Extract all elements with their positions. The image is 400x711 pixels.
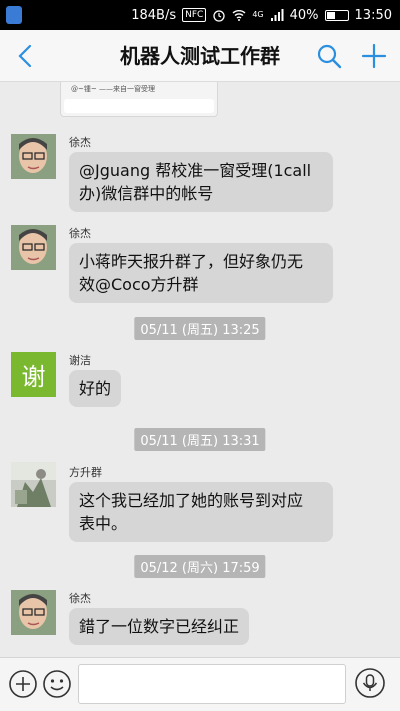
message-line: 办)微信群中的帐号: [79, 184, 214, 203]
timestamp: 05/11 (周五) 13:25: [134, 317, 266, 340]
person-avatar-icon: [11, 225, 56, 270]
chat-header: 机器人测试工作群: [0, 30, 400, 82]
avatar[interactable]: [11, 462, 56, 507]
message-line: 这个我已经加了她的账号到对应: [79, 491, 304, 510]
message-bubble[interactable]: 好的: [69, 370, 122, 407]
avatar[interactable]: [11, 134, 56, 179]
sender-name: 徐杰: [69, 592, 91, 605]
image-preview-text: @~锺~ ——来自一窗受理: [71, 85, 155, 93]
status-bar: 184B/s NFC 4G 40% 13:50: [0, 0, 400, 30]
message-bubble[interactable]: 小蒋昨天报升群了，但好象仍无 效@Coco方升群: [69, 243, 333, 303]
clock: 13:50: [354, 7, 392, 23]
avatar[interactable]: 谢: [11, 352, 56, 397]
image-preview[interactable]: @~锺~ ——来自一窗受理: [60, 82, 218, 117]
message-bubble[interactable]: @Jguang 帮校准一窗受理(1call 办)微信群中的帐号: [69, 152, 333, 212]
status-bar-right: 184B/s NFC 4G 40% 13:50: [131, 0, 392, 30]
nfc-icon: NFC: [182, 8, 207, 22]
wifi-icon: [232, 10, 246, 21]
person-avatar-icon: [11, 134, 56, 179]
message-line: 效@Coco方升群: [79, 275, 199, 294]
network-type: 4G: [252, 10, 264, 19]
message-line: 表中。: [79, 514, 128, 533]
person-avatar-icon: [11, 590, 56, 635]
message-bubble[interactable]: 这个我已经加了她的账号到对应 表中。: [69, 482, 333, 542]
message-bubble[interactable]: 錯了一位数字已经纠正: [69, 608, 250, 645]
message-input[interactable]: [78, 664, 346, 704]
message-line: 小蒋昨天报升群了，但好象仍无: [79, 252, 304, 271]
add-button[interactable]: [361, 43, 387, 69]
sender-name: 徐杰: [69, 227, 91, 240]
battery-icon: [324, 9, 349, 21]
avatar-initial: 谢: [11, 352, 56, 397]
voice-button[interactable]: [354, 667, 386, 699]
message-line: 錯了一位数字已经纠正: [79, 617, 240, 636]
avatar[interactable]: [11, 225, 56, 270]
attach-button[interactable]: [8, 669, 38, 699]
image-preview-inputbar: [64, 99, 214, 113]
sender-name: 方升群: [69, 466, 102, 479]
alarm-icon: [213, 10, 225, 22]
sender-name: 徐杰: [69, 136, 91, 149]
message-line: @Jguang 帮校准一窗受理(1call: [79, 161, 312, 180]
message-list[interactable]: @~锺~ ——来自一窗受理 徐杰 @Jguang 帮校准一窗受理(1call 办…: [0, 82, 400, 657]
message-line: 好的: [79, 379, 112, 398]
timestamp: 05/12 (周六) 17:59: [134, 555, 266, 578]
sender-name: 谢洁: [69, 354, 91, 367]
timestamp: 05/11 (周五) 13:31: [134, 428, 266, 451]
search-button[interactable]: [316, 43, 342, 69]
emoji-button[interactable]: [42, 669, 72, 699]
avatar[interactable]: [11, 590, 56, 635]
signal-icon: [270, 9, 284, 21]
message-input-bar: [0, 657, 400, 711]
network-speed: 184B/s: [131, 7, 177, 23]
app-notification-icon: [6, 6, 22, 24]
battery-percent: 40%: [289, 7, 319, 23]
photo-avatar-icon: [11, 462, 56, 507]
